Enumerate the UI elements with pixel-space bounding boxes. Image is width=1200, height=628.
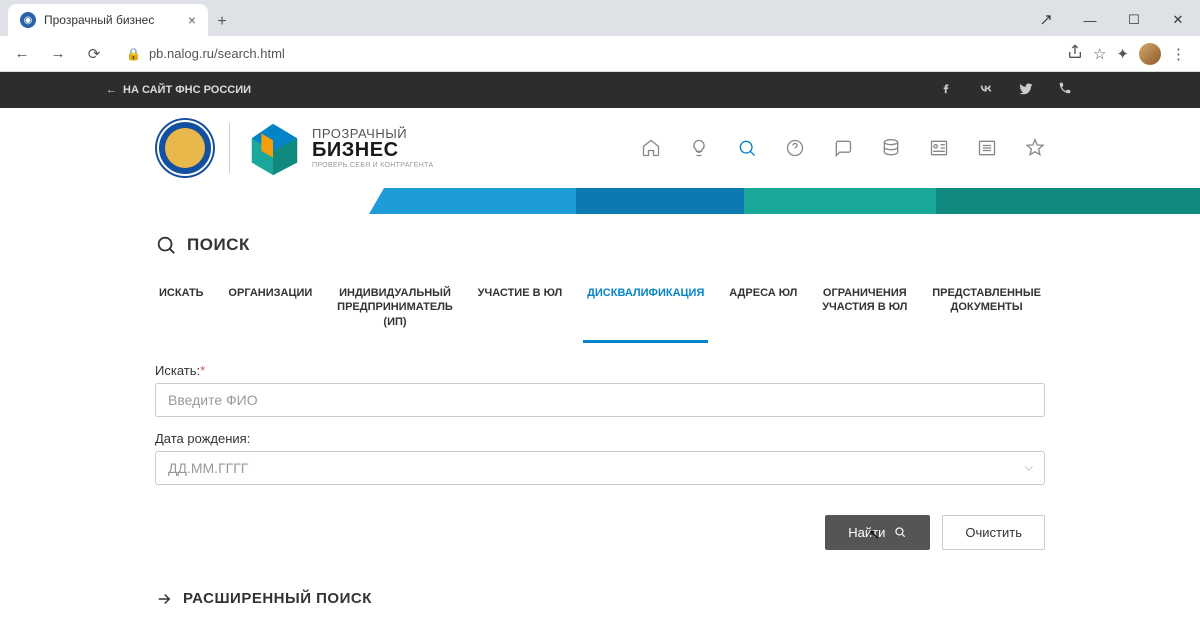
divider: [229, 123, 230, 173]
search-title: ПОИСК: [187, 235, 250, 255]
share-icon[interactable]: [1067, 44, 1083, 64]
tab-close-icon[interactable]: ×: [188, 12, 196, 28]
window-minimize[interactable]: [1024, 4, 1068, 36]
logo-line2: БИЗНЕС: [312, 140, 433, 160]
twitter-icon[interactable]: [1019, 81, 1034, 99]
tab-restrictions[interactable]: ОГРАНИЧЕНИЯ УЧАСТИЯ В ЮЛ: [818, 280, 911, 341]
browser-tab-strip: ◉ Прозрачный бизнес × + ― ☐ ✕: [0, 0, 1200, 36]
nav-search-icon[interactable]: [737, 138, 757, 158]
fns-site-link[interactable]: ← НА САЙТ ФНС РОССИИ: [88, 84, 251, 96]
dob-input[interactable]: [155, 451, 1045, 485]
search-tabs: ИСКАТЬ ОРГАНИЗАЦИИ ИНДИВИДУАЛЬНЫЙ ПРЕДПР…: [155, 280, 1045, 341]
topbar: ← НА САЙТ ФНС РОССИИ: [0, 72, 1200, 108]
url-text: pb.nalog.ru/search.html: [149, 46, 285, 61]
clear-label: Очистить: [965, 525, 1022, 540]
header: ПРОЗРАЧНЫЙ БИЗНЕС ПРОВЕРЬ СЕБЯ И КОНТРАГ…: [0, 108, 1200, 188]
logos[interactable]: ПРОЗРАЧНЫЙ БИЗНЕС ПРОВЕРЬ СЕБЯ И КОНТРАГ…: [155, 118, 433, 178]
tab-disqualification[interactable]: ДИСКВАЛИФИКАЦИЯ: [583, 280, 708, 341]
tab-ip[interactable]: ИНДИВИДУАЛЬНЫЙ ПРЕДПРИНИМАТЕЛЬ (ИП): [333, 280, 457, 341]
arrow-left-icon: ←: [106, 84, 117, 96]
window-close-btn[interactable]: ✕: [1156, 4, 1200, 36]
facebook-icon[interactable]: [939, 81, 953, 99]
nav-idea-icon[interactable]: [689, 138, 709, 158]
profile-avatar[interactable]: [1139, 43, 1161, 65]
clear-button[interactable]: Очистить: [942, 515, 1045, 550]
pb-mark-icon: [244, 119, 302, 177]
tab-addresses[interactable]: АДРЕСА ЮЛ: [725, 280, 801, 341]
nav-help-icon[interactable]: [785, 138, 805, 158]
tab-organizations[interactable]: ОРГАНИЗАЦИИ: [224, 280, 316, 341]
nav-db-icon[interactable]: [881, 138, 901, 158]
pb-logo: ПРОЗРАЧНЫЙ БИЗНЕС ПРОВЕРЬ СЕБЯ И КОНТРАГ…: [244, 119, 433, 177]
phone-icon[interactable]: [1058, 81, 1072, 99]
fio-label: Искать:*: [155, 363, 1045, 378]
advanced-label: РАСШИРЕННЫЙ ПОИСК: [183, 590, 372, 607]
tab-documents[interactable]: ПРЕДСТАВЛЕННЫЕ ДОКУМЕНТЫ: [928, 280, 1045, 341]
new-tab-button[interactable]: +: [208, 8, 236, 36]
nav-chat-icon[interactable]: [833, 138, 853, 158]
browser-tab[interactable]: ◉ Прозрачный бизнес ×: [8, 4, 208, 36]
search-submit-button[interactable]: Найти ↖: [825, 515, 930, 550]
forward-button[interactable]: →: [44, 40, 72, 68]
tab-search[interactable]: ИСКАТЬ: [155, 280, 208, 341]
submit-label: Найти: [848, 525, 885, 540]
back-button[interactable]: ←: [8, 40, 36, 68]
back-link-label: НА САЙТ ФНС РОССИИ: [123, 84, 251, 96]
fio-input[interactable]: [155, 383, 1045, 417]
favicon: ◉: [20, 12, 36, 28]
window-minimize-btn[interactable]: ―: [1068, 4, 1112, 36]
url-field[interactable]: 🔒 pb.nalog.ru/search.html: [116, 40, 1059, 68]
nav-card-icon[interactable]: [929, 138, 949, 158]
fns-emblem: [155, 118, 215, 178]
menu-icon[interactable]: ⋮: [1171, 45, 1186, 63]
color-banner: [0, 188, 1200, 214]
search-heading: ПОИСК: [155, 234, 1045, 256]
vk-icon[interactable]: [977, 81, 995, 99]
nav-list-icon[interactable]: [977, 138, 997, 158]
advanced-search-link[interactable]: РАСШИРЕННЫЙ ПОИСК: [155, 590, 1045, 608]
tab-title: Прозрачный бизнес: [44, 13, 180, 27]
lock-icon: 🔒: [126, 47, 141, 61]
tab-participation[interactable]: УЧАСТИЕ В ЮЛ: [474, 280, 567, 341]
address-bar: ← → ⟳ 🔒 pb.nalog.ru/search.html ☆ ✦ ⋮: [0, 36, 1200, 72]
dob-label: Дата рождения:: [155, 431, 1045, 446]
logo-line3: ПРОВЕРЬ СЕБЯ И КОНТРАГЕНТА: [312, 162, 433, 169]
window-maximize-btn[interactable]: ☐: [1112, 4, 1156, 36]
nav-star-icon[interactable]: [1025, 138, 1045, 158]
nav-home-icon[interactable]: [641, 138, 661, 158]
reload-button[interactable]: ⟳: [80, 40, 108, 68]
bookmark-star-icon[interactable]: ☆: [1093, 45, 1106, 63]
extensions-icon[interactable]: ✦: [1116, 45, 1129, 63]
